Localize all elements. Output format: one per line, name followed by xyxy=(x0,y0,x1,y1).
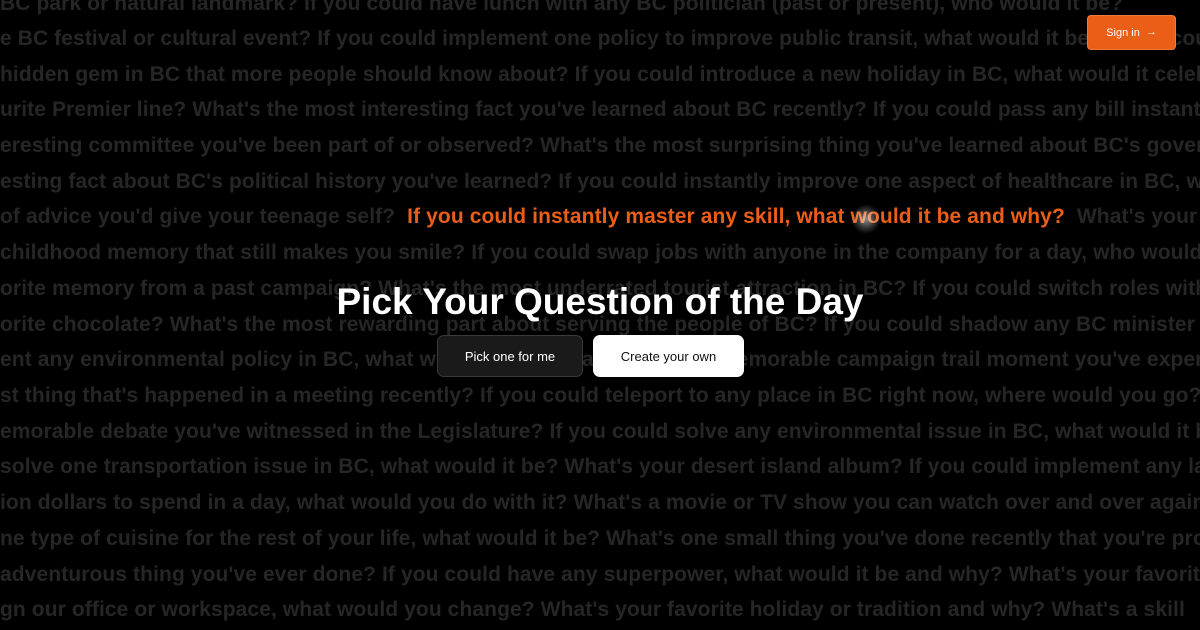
background-question-row: solve one transportation issue in BC, wh… xyxy=(0,455,1200,478)
background-question-segment: What's your xyxy=(1076,205,1198,228)
cursor-glow xyxy=(851,204,881,234)
background-question-row: childhood memory that still makes you sm… xyxy=(0,241,1200,264)
background-question-row: BC park or natural landmark? If you coul… xyxy=(0,0,1124,15)
background-question-row: gn our office or workspace, what would y… xyxy=(0,598,1185,621)
arrow-right-icon: → xyxy=(1145,26,1157,38)
sign-in-button[interactable]: Sign in → xyxy=(1087,15,1176,50)
background-question-row: eresting committee you've been part of o… xyxy=(0,134,1200,157)
create-own-button[interactable]: Create your own xyxy=(593,335,744,377)
background-question-segment: of advice you'd give your teenage self? xyxy=(0,205,396,228)
background-question-row: adventurous thing you've ever done? If y… xyxy=(0,563,1200,586)
background-question-row: st thing that's happened in a meeting re… xyxy=(0,384,1200,407)
background-question-row: ne type of cuisine for the rest of your … xyxy=(0,527,1200,550)
background-question-row: urite Premier line? What's the most inte… xyxy=(0,98,1200,121)
background-question-row: emorable debate you've witnessed in the … xyxy=(0,420,1200,443)
page-title: Pick Your Question of the Day xyxy=(336,281,864,322)
pick-one-button[interactable]: Pick one for me xyxy=(437,335,583,377)
background-question-row-highlighted: of advice you'd give your teenage self? I… xyxy=(0,205,1200,229)
background-question-row: e BC festival or cultural event? If you … xyxy=(0,27,1200,50)
background-question-row: esting fact about BC's political history… xyxy=(0,170,1200,193)
action-buttons: Pick one for me Create your own xyxy=(437,335,744,377)
sign-in-label: Sign in xyxy=(1106,26,1140,39)
highlighted-question: If you could instantly master any skill,… xyxy=(407,205,1065,228)
background-question-row: hidden gem in BC that more people should… xyxy=(0,63,1200,86)
background-question-row: ion dollars to spend in a day, what woul… xyxy=(0,491,1200,514)
